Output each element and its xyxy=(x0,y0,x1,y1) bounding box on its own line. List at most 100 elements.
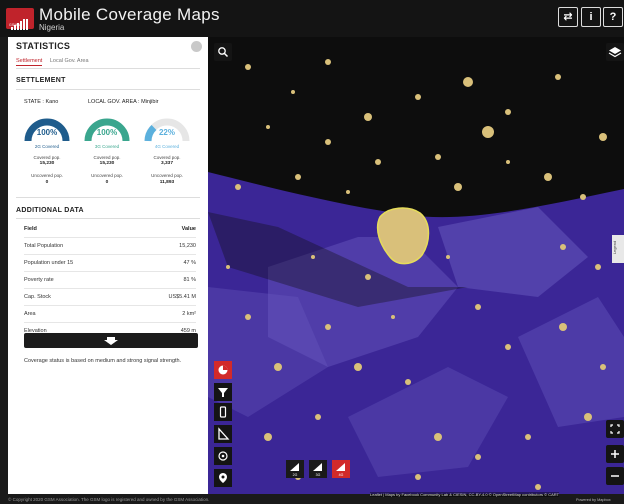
share-button[interactable]: ⇄ xyxy=(558,7,578,27)
tab-settlement[interactable]: Settlement xyxy=(16,58,43,66)
legend-label: Legend xyxy=(612,240,618,255)
panel-title: STATISTICS xyxy=(16,41,71,51)
value-cell: 2 km² xyxy=(182,311,196,317)
network-3g-button[interactable]: 3G xyxy=(309,460,327,478)
coverage-map[interactable]: 2G 3G 4G Legend xyxy=(208,37,624,494)
fullscreen-icon xyxy=(610,424,620,434)
covered-pop-value: 15,230 xyxy=(99,161,115,166)
table-row: Total Population 15,230 xyxy=(24,238,196,255)
table-row: Poverty rate 81 % xyxy=(24,272,196,289)
uncovered-pop-value: 11,893 xyxy=(159,180,175,185)
covered-pop-label: Covered pop. xyxy=(153,155,181,160)
statistics-panel: STATISTICS Settlement Local Gov. Area SE… xyxy=(8,37,208,494)
gauge-3g: 100% 3G Covered xyxy=(84,115,130,149)
map-canvas xyxy=(208,37,624,494)
uncovered-pop-value: 0 xyxy=(105,180,109,185)
info-button[interactable]: i xyxy=(581,7,601,27)
value-cell: 81 % xyxy=(183,277,196,283)
field-cell: Total Population xyxy=(24,243,64,249)
ruler-icon xyxy=(218,427,230,440)
info-icon: i xyxy=(589,11,593,23)
column-header-value: Value xyxy=(181,226,196,232)
measure-button[interactable] xyxy=(214,425,232,443)
coverage-note: Coverage status is based on medium and s… xyxy=(24,358,182,364)
divider xyxy=(16,68,200,69)
divider xyxy=(16,218,200,219)
share-icon: ⇄ xyxy=(563,11,573,23)
map-search-button[interactable] xyxy=(214,43,232,61)
download-button[interactable] xyxy=(24,333,198,348)
settlement-title: SETTLEMENT xyxy=(16,77,66,84)
zoom-in-button[interactable] xyxy=(606,445,624,463)
uncovered-pop-label: Uncovered pop. xyxy=(91,173,123,178)
state-label: STATE : Kano xyxy=(24,99,59,105)
app-title: Mobile Coverage Maps xyxy=(39,5,220,24)
fullscreen-button[interactable] xyxy=(606,420,624,438)
covered-pop-label: Covered pop. xyxy=(33,155,61,160)
uncovered-pop-label: Uncovered pop. xyxy=(31,173,63,178)
map-attribution[interactable]: Leaflet | Maps by Facebook Community Lab… xyxy=(370,492,560,497)
table-row: Cap. Stock US$5.41 M xyxy=(24,289,196,306)
signal-bars-icon xyxy=(11,12,29,30)
covered-pop-label: Covered pop. xyxy=(93,155,121,160)
legend-toggle[interactable]: Legend xyxy=(612,235,624,263)
crosshair-icon xyxy=(218,451,228,461)
location-pin-button[interactable] xyxy=(214,469,232,487)
value-cell: US$5.41 M xyxy=(168,294,196,300)
gauge-4g-value: 22% xyxy=(158,128,175,137)
gauge-3g-value: 100% xyxy=(96,128,118,137)
pie-chart-icon xyxy=(218,365,228,375)
close-panel-button[interactable] xyxy=(191,41,202,52)
divider xyxy=(16,89,200,90)
gauge-2g-value: 100% xyxy=(36,128,58,137)
uncovered-pop-label: Uncovered pop. xyxy=(151,173,183,178)
tab-local-gov-area[interactable]: Local Gov. Area xyxy=(50,58,89,64)
download-icon xyxy=(104,337,118,345)
copyright-footer: © Copyright 2020 GSM Association. The GS… xyxy=(8,497,210,502)
powered-by[interactable]: Powered by Mapbox xyxy=(576,498,611,502)
table-row: Population under 15 47 % xyxy=(24,255,196,272)
stats-tabs: Settlement Local Gov. Area xyxy=(16,58,89,66)
search-icon xyxy=(218,47,229,58)
help-icon: ? xyxy=(609,11,617,23)
field-cell: Population under 15 xyxy=(24,260,74,266)
filter-icon xyxy=(218,388,228,397)
field-cell: Poverty rate xyxy=(24,277,54,283)
gsma-logo[interactable]: GSMA xyxy=(6,8,34,30)
gauge-4g: 22% 4G Covered xyxy=(144,115,190,149)
uncovered-pop-value: 0 xyxy=(45,180,49,185)
network-2g-button[interactable]: 2G xyxy=(286,460,304,478)
table-header: Field Value xyxy=(24,221,196,238)
gauge-4g-label: 4G Covered xyxy=(154,144,180,149)
logo-text: GSMA xyxy=(9,23,21,27)
column-header-field: Field xyxy=(24,226,37,232)
divider xyxy=(16,197,200,198)
network-3g-label: 3G xyxy=(315,473,321,477)
covered-pop-value: 15,230 xyxy=(39,161,55,166)
field-cell: Area xyxy=(24,311,36,317)
value-cell: 15,230 xyxy=(179,243,196,249)
lga-label: LOCAL GOV. AREA : Minjibir xyxy=(88,99,159,105)
minus-icon xyxy=(611,475,619,477)
gauge-2g-label: 2G Covered xyxy=(34,144,60,149)
gauge-2g: 100% 2G Covered xyxy=(24,115,70,149)
locate-button[interactable] xyxy=(214,447,232,465)
coverage-tool-button[interactable] xyxy=(214,361,232,379)
field-cell: Cap. Stock xyxy=(24,294,51,300)
covered-pop-value: 3,337 xyxy=(160,161,173,166)
zoom-out-button[interactable] xyxy=(606,467,624,485)
app-header: GSMA Mobile Coverage Maps Nigeria ⇄ i ? xyxy=(0,0,624,37)
additional-data-title: ADDITIONAL DATA xyxy=(16,207,84,214)
layers-button[interactable] xyxy=(606,43,624,61)
layers-icon xyxy=(608,47,622,58)
network-2g-label: 2G xyxy=(292,473,298,477)
filter-button[interactable] xyxy=(214,383,232,401)
network-4g-button[interactable]: 4G xyxy=(332,460,350,478)
help-button[interactable]: ? xyxy=(603,7,623,27)
gauge-3g-label: 3G Covered xyxy=(94,144,120,149)
map-pin-icon xyxy=(219,473,227,483)
device-button[interactable] xyxy=(214,403,232,421)
network-4g-label: 4G xyxy=(338,473,344,477)
country-subtitle: Nigeria xyxy=(39,23,65,32)
value-cell: 47 % xyxy=(183,260,196,266)
